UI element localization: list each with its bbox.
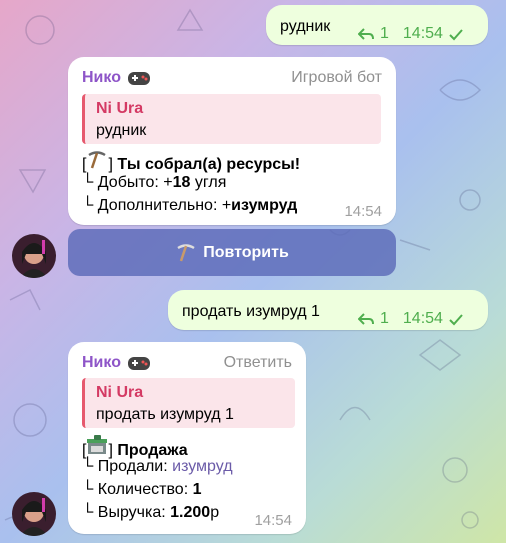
message-meta: 1 14:54 — [358, 25, 467, 43]
reply-quote[interactable]: Ni Ura рудник — [82, 94, 381, 144]
quantity-line: └ Количество: 1 — [82, 481, 202, 498]
bot-message[interactable]: Нико Ответить Ni Ura продать изумруд 1 [… — [68, 342, 306, 534]
message-time: 14:54 — [402, 310, 443, 327]
sold-item-line: └ Продали: изумруд — [82, 458, 233, 475]
reply-icon — [358, 27, 374, 40]
result-title: [] Ты собрал(а) ресурсы! — [82, 151, 300, 174]
sender-name: Нико — [82, 354, 151, 372]
gamepad-icon — [127, 357, 150, 370]
message-text: рудник — [280, 18, 331, 35]
avatar[interactable] — [12, 234, 56, 278]
outgoing-message[interactable]: продать изумруд 1 1 14:54 — [168, 290, 488, 330]
bot-message[interactable]: Нико Игровой бот Ni Ura рудник [] Ты соб… — [68, 57, 396, 225]
double-check-icon — [449, 313, 463, 325]
repeat-button[interactable]: Повторить — [68, 229, 396, 276]
quote-text: продать изумруд 1 — [96, 406, 234, 423]
message-time: 14:54 — [344, 203, 382, 220]
revenue-line: └ Выручка: 1.200р — [82, 504, 220, 521]
sender-name: Нико — [82, 69, 151, 87]
reply-count: 1 — [380, 310, 389, 327]
pickaxe-icon — [88, 151, 107, 169]
repeat-button-label: Повторить — [203, 243, 289, 261]
pickaxe-icon — [177, 243, 195, 261]
outgoing-message[interactable]: рудник 1 14:54 — [266, 5, 488, 45]
quote-author: Ni Ura — [96, 384, 144, 401]
message-text: продать изумруд 1 — [182, 303, 320, 320]
double-check-icon — [449, 28, 463, 40]
store-icon — [87, 435, 108, 454]
reply-icon — [358, 312, 374, 325]
reply-action[interactable]: Ответить — [224, 354, 292, 372]
reply-count: 1 — [380, 25, 389, 42]
gamepad-icon — [127, 72, 150, 85]
quote-text: рудник — [96, 122, 147, 139]
reply-quote[interactable]: Ni Ura продать изумруд 1 — [82, 378, 295, 428]
sale-title: [] Продажа — [82, 435, 188, 460]
bot-label: Игровой бот — [291, 69, 382, 86]
avatar[interactable] — [12, 492, 56, 536]
bonus-line: └ Дополнительно: +изумруд — [82, 197, 298, 214]
message-meta: 1 14:54 — [358, 310, 467, 328]
message-time: 14:54 — [402, 25, 443, 42]
quote-author: Ni Ura — [96, 100, 144, 117]
message-time: 14:54 — [254, 512, 292, 529]
mined-line: └ Добыто: +18 угля — [82, 174, 227, 191]
